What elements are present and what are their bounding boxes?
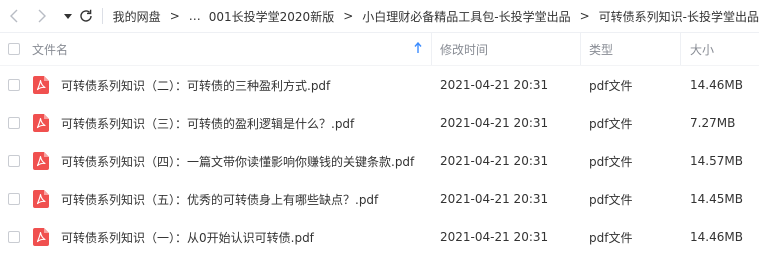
row-checkbox[interactable] (8, 117, 20, 129)
breadcrumb-ellipsis[interactable]: … (189, 9, 201, 23)
chevron-right-icon (38, 9, 47, 23)
breadcrumb-separator: > (343, 9, 354, 23)
row-checkbox-wrap (8, 231, 20, 243)
file-size: 7.27MB (690, 116, 736, 130)
pdf-file-icon (33, 228, 49, 246)
file-name[interactable]: 可转债系列知识（一）：从0开始认识可转债.pdf (61, 229, 314, 246)
row-checkbox[interactable] (8, 155, 20, 167)
file-size: 14.46MB (690, 230, 743, 244)
file-type: pdf文件 (589, 192, 633, 207)
caret-down-icon (63, 13, 72, 19)
file-type: pdf文件 (589, 78, 633, 93)
column-header-size[interactable]: 大小 (690, 41, 714, 58)
pdf-file-icon (33, 76, 49, 94)
file-type: pdf文件 (589, 154, 633, 169)
file-row[interactable]: 可转债系列知识（四）：一篇文带你读懂影响你赚钱的关键条款.pdf 2021-04… (0, 142, 759, 180)
file-row[interactable]: 可转债系列知识（二）：可转债的三种盈利方式.pdf 2021-04-21 20:… (0, 66, 759, 104)
file-row[interactable]: 可转债系列知识（五）：优秀的可转债身上有哪些缺点？.pdf 2021-04-21… (0, 180, 759, 218)
history-dropdown-button[interactable] (62, 0, 73, 32)
file-name[interactable]: 可转债系列知识（三）：可转债的盈利逻辑是什么？.pdf (61, 115, 354, 132)
chevron-left-icon (10, 9, 18, 23)
file-type: pdf文件 (589, 230, 633, 245)
file-name[interactable]: 可转债系列知识（四）：一篇文带你读懂影响你赚钱的关键条款.pdf (61, 153, 414, 170)
file-modified: 2021-04-21 20:31 (440, 192, 549, 206)
file-row[interactable]: 可转债系列知识（三）：可转债的盈利逻辑是什么？.pdf 2021-04-21 2… (0, 104, 759, 142)
column-divider[interactable] (431, 33, 432, 65)
row-checkbox[interactable] (8, 79, 20, 91)
row-checkbox-wrap (8, 155, 20, 167)
navigation-toolbar: 我的网盘 > … 001长投学堂2020新版 > 小白理财必备精品工具包-长投学… (0, 0, 759, 33)
row-checkbox-wrap (8, 79, 20, 91)
row-checkbox-wrap (8, 193, 20, 205)
file-modified: 2021-04-21 20:31 (440, 154, 549, 168)
file-name[interactable]: 可转债系列知识（二）：可转债的三种盈利方式.pdf (61, 77, 330, 94)
breadcrumb-separator: > (169, 9, 180, 23)
forward-button[interactable] (32, 0, 52, 32)
file-name[interactable]: 可转债系列知识（五）：优秀的可转债身上有哪些缺点？.pdf (61, 191, 378, 208)
breadcrumb-item-current[interactable]: 可转债系列知识-长投学堂出品 (599, 8, 759, 25)
file-size: 14.45MB (690, 192, 743, 206)
file-type: pdf文件 (589, 116, 633, 131)
breadcrumb-separator: > (579, 9, 590, 23)
pdf-file-icon (33, 114, 49, 132)
row-checkbox[interactable] (8, 231, 20, 243)
pdf-file-icon (33, 152, 49, 170)
breadcrumb-item-folder[interactable]: 小白理财必备精品工具包-长投学堂出品 (362, 8, 570, 25)
column-header-name[interactable]: 文件名 (32, 41, 68, 58)
column-header-modified[interactable]: 修改时间 (440, 41, 488, 58)
file-list: 可转债系列知识（二）：可转债的三种盈利方式.pdf 2021-04-21 20:… (0, 66, 759, 256)
toolbar-divider (101, 8, 103, 24)
breadcrumb-item-root[interactable]: 我的网盘 (113, 8, 161, 25)
column-header-type[interactable]: 类型 (589, 41, 613, 58)
sort-ascending-icon[interactable] (414, 42, 422, 54)
select-all-checkbox-wrap (8, 43, 20, 55)
column-divider[interactable] (680, 33, 681, 65)
refresh-icon (79, 9, 92, 22)
column-divider[interactable] (580, 33, 581, 65)
file-modified: 2021-04-21 20:31 (440, 230, 549, 244)
row-checkbox-wrap (8, 117, 20, 129)
pdf-file-icon (33, 190, 49, 208)
file-modified: 2021-04-21 20:31 (440, 78, 549, 92)
file-size: 14.46MB (690, 78, 743, 92)
back-button[interactable] (4, 0, 24, 32)
file-list-header: 文件名 修改时间 类型 大小 (0, 33, 759, 66)
file-size: 14.57MB (690, 154, 743, 168)
breadcrumb-item-folder[interactable]: 001长投学堂2020新版 (209, 8, 334, 25)
select-all-checkbox[interactable] (8, 43, 20, 55)
row-checkbox[interactable] (8, 193, 20, 205)
refresh-button[interactable] (77, 0, 93, 32)
file-row[interactable]: 可转债系列知识（一）：从0开始认识可转债.pdf 2021-04-21 20:3… (0, 218, 759, 256)
file-modified: 2021-04-21 20:31 (440, 116, 549, 130)
